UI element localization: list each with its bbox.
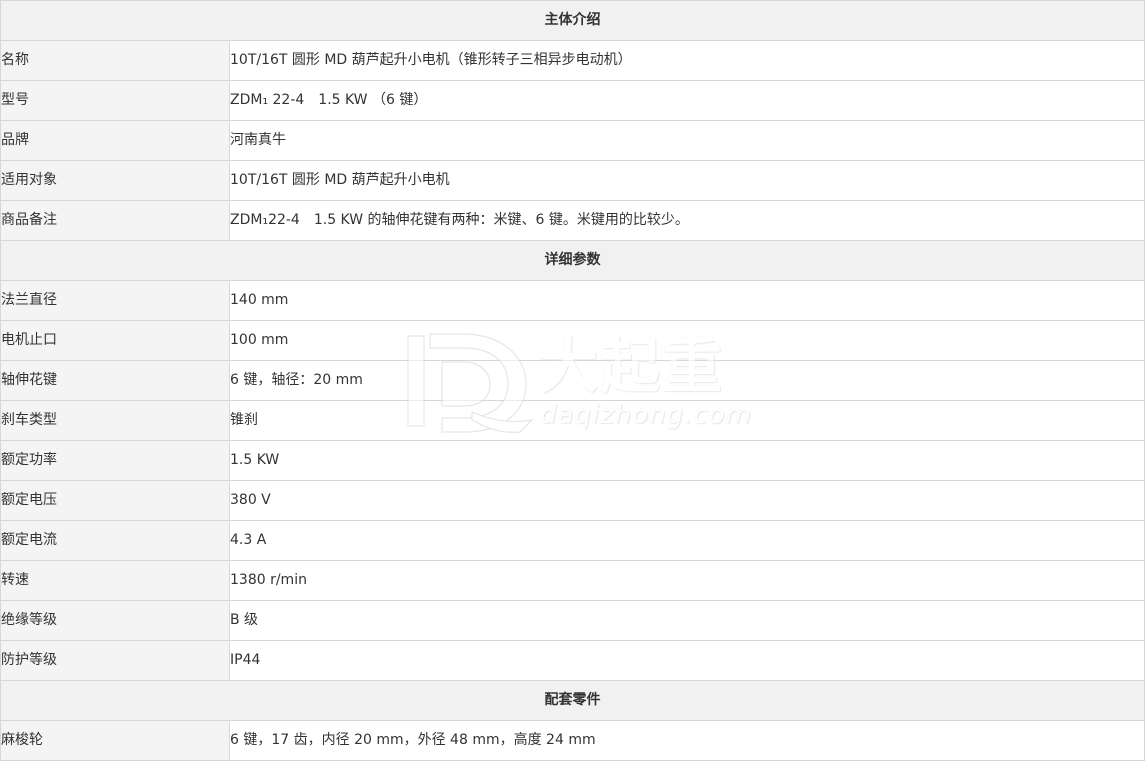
row-label: 商品备注 (0, 200, 230, 241)
table-row: 额定电压 380 V (0, 480, 1145, 521)
table-row: 防护等级 IP44 (0, 640, 1145, 681)
row-value: 锥刹 (229, 400, 1145, 441)
row-label: 型号 (0, 80, 230, 121)
row-label: 防护等级 (0, 640, 230, 681)
row-label: 品牌 (0, 120, 230, 161)
table-row: 额定功率 1.5 KW (0, 440, 1145, 481)
table-row: 麻梭轮 6 键，17 齿，内径 20 mm，外径 48 mm，高度 24 mm (0, 720, 1145, 761)
row-label: 麻梭轮 (0, 720, 230, 761)
row-value: 1380 r/min (229, 560, 1145, 601)
row-value: IP44 (229, 640, 1145, 681)
table-row: 电机止口 100 mm (0, 320, 1145, 361)
row-value: 6 键，17 齿，内径 20 mm，外径 48 mm，高度 24 mm (229, 720, 1145, 761)
row-value: B 级 (229, 600, 1145, 641)
row-label: 轴伸花键 (0, 360, 230, 401)
table-row: 轴伸花键 6 键，轴径：20 mm (0, 360, 1145, 401)
table-row: 刹车类型 锥刹 (0, 400, 1145, 441)
row-label: 额定功率 (0, 440, 230, 481)
table-row: 商品备注 ZDM₁22-4 1.5 KW 的轴伸花键有两种：米键、6 键。米键用… (0, 200, 1145, 241)
table-row: 型号 ZDM₁ 22-4 1.5 KW （6 键） (0, 80, 1145, 121)
row-value: 100 mm (229, 320, 1145, 361)
table-row: 品牌 河南真牛 (0, 120, 1145, 161)
row-label: 额定电压 (0, 480, 230, 521)
section-header-parts: 配套零件 (0, 680, 1145, 721)
table-row: 转速 1380 r/min (0, 560, 1145, 601)
table-row: 额定电流 4.3 A (0, 520, 1145, 561)
row-value: 河南真牛 (229, 120, 1145, 161)
row-value: ZDM₁22-4 1.5 KW 的轴伸花键有两种：米键、6 键。米键用的比较少。 (229, 200, 1145, 241)
row-label: 名称 (0, 40, 230, 81)
row-value: 10T/16T 圆形 MD 葫芦起升小电机（锥形转子三相异步电动机） (229, 40, 1145, 81)
row-label: 转速 (0, 560, 230, 601)
row-label: 绝缘等级 (0, 600, 230, 641)
row-value: 4.3 A (229, 520, 1145, 561)
section-title: 主体介绍 (0, 0, 1145, 41)
row-label: 额定电流 (0, 520, 230, 561)
row-label: 法兰直径 (0, 280, 230, 321)
row-value: 1.5 KW (229, 440, 1145, 481)
row-value: 10T/16T 圆形 MD 葫芦起升小电机 (229, 160, 1145, 201)
table-row: 绝缘等级 B 级 (0, 600, 1145, 641)
row-label: 刹车类型 (0, 400, 230, 441)
row-value: ZDM₁ 22-4 1.5 KW （6 键） (229, 80, 1145, 121)
row-label: 电机止口 (0, 320, 230, 361)
spec-table: 主体介绍 名称 10T/16T 圆形 MD 葫芦起升小电机（锥形转子三相异步电动… (0, 0, 1145, 761)
section-title: 详细参数 (0, 240, 1145, 281)
section-title: 配套零件 (0, 680, 1145, 721)
table-row: 名称 10T/16T 圆形 MD 葫芦起升小电机（锥形转子三相异步电动机） (0, 40, 1145, 81)
table-row: 适用对象 10T/16T 圆形 MD 葫芦起升小电机 (0, 160, 1145, 201)
section-header-intro: 主体介绍 (0, 0, 1145, 41)
section-header-params: 详细参数 (0, 240, 1145, 281)
row-label: 适用对象 (0, 160, 230, 201)
table-row: 法兰直径 140 mm (0, 280, 1145, 321)
row-value: 380 V (229, 480, 1145, 521)
row-value: 6 键，轴径：20 mm (229, 360, 1145, 401)
row-value: 140 mm (229, 280, 1145, 321)
